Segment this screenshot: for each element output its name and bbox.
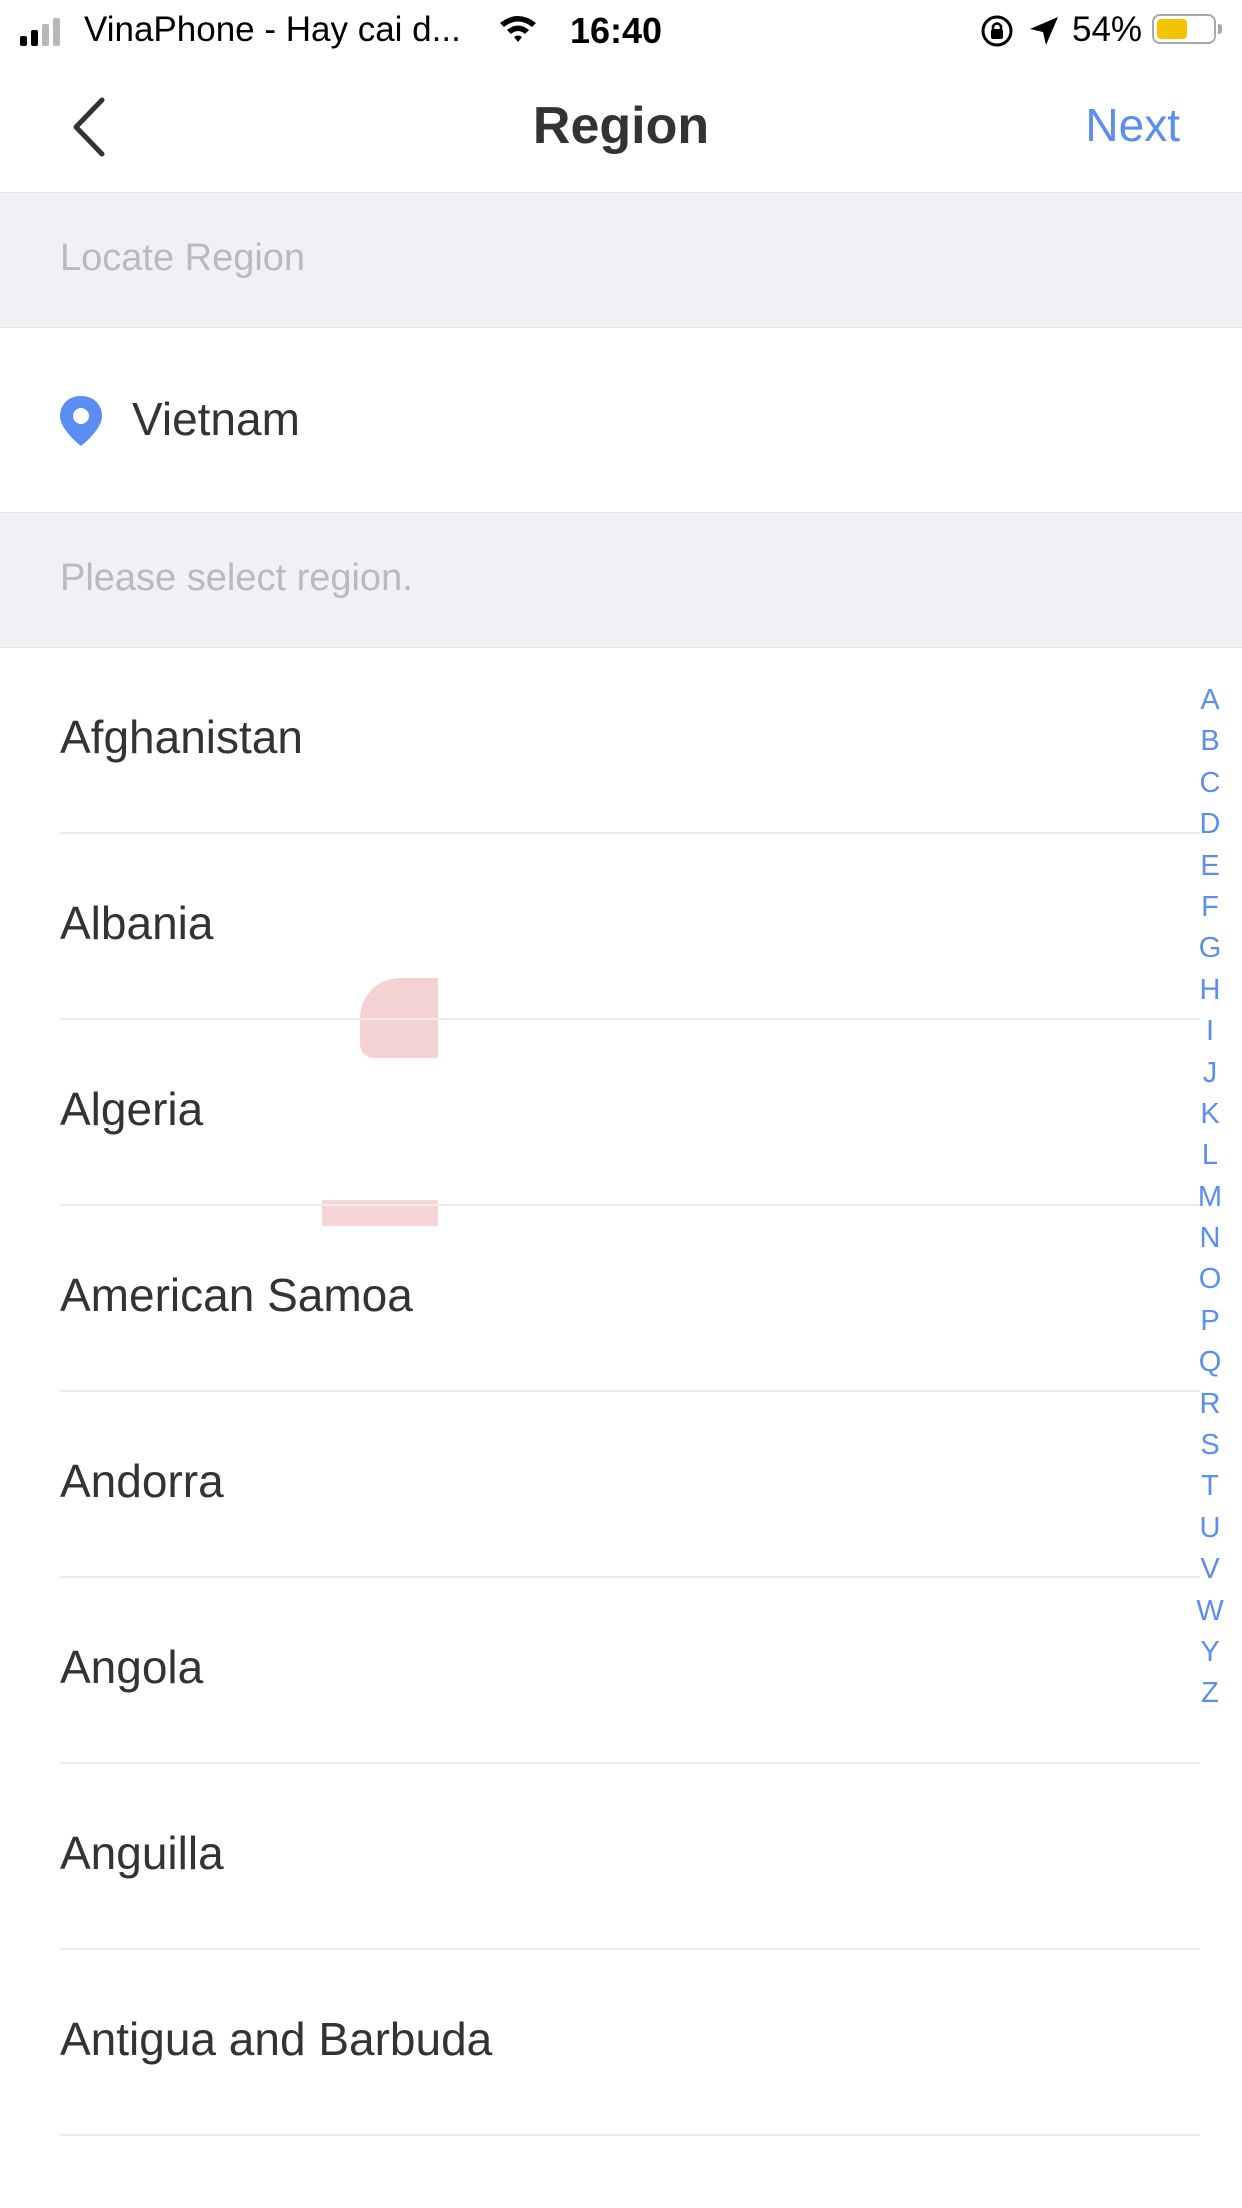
list-item[interactable]: Angola — [0, 1578, 1200, 1764]
index-letter[interactable]: V — [1178, 1549, 1242, 1590]
region-name: Albania — [60, 897, 214, 949]
region-name: Antigua and Barbuda — [60, 2013, 493, 2065]
next-button[interactable]: Next — [1085, 98, 1180, 152]
index-letter[interactable]: R — [1178, 1384, 1242, 1425]
region-name: American Samoa — [60, 1269, 413, 1321]
locate-region-header: Locate Region — [0, 192, 1242, 328]
index-letter[interactable]: Z — [1178, 1673, 1242, 1714]
index-letter[interactable]: T — [1178, 1466, 1242, 1507]
select-region-label: Please select region. — [60, 557, 413, 599]
index-letter[interactable]: I — [1178, 1011, 1242, 1052]
list-item[interactable]: American Samoa — [0, 1206, 1200, 1392]
region-name: Andorra — [60, 1455, 224, 1507]
location-services-icon — [1028, 14, 1060, 56]
index-letter[interactable]: K — [1178, 1094, 1242, 1135]
index-letter[interactable]: W — [1178, 1591, 1242, 1632]
current-region-label: Vietnam — [132, 393, 300, 445]
index-letter[interactable]: B — [1178, 721, 1242, 762]
index-letter[interactable]: O — [1178, 1259, 1242, 1300]
index-letter[interactable]: H — [1178, 970, 1242, 1011]
index-letter[interactable]: U — [1178, 1508, 1242, 1549]
index-letter[interactable]: D — [1178, 804, 1242, 845]
locate-region-label: Locate Region — [60, 237, 306, 279]
region-name: Algeria — [60, 1083, 204, 1135]
index-letter[interactable]: C — [1178, 763, 1242, 804]
list-item[interactable]: Afghanistan — [0, 648, 1200, 834]
list-item[interactable]: Andorra — [0, 1392, 1200, 1578]
index-letter[interactable]: J — [1178, 1053, 1242, 1094]
index-letter[interactable]: P — [1178, 1301, 1242, 1342]
alphabet-index[interactable]: A B C D E F G H I J K L M N O P Q R S T … — [1178, 680, 1242, 1715]
index-letter[interactable]: G — [1178, 928, 1242, 969]
navigation-bar: Region Next — [0, 62, 1242, 192]
index-letter[interactable]: E — [1178, 846, 1242, 887]
region-name: Angola — [60, 1641, 204, 1693]
page-title: Region — [532, 97, 710, 155]
list-item[interactable]: Algeria — [0, 1020, 1200, 1206]
clock-time: 16:40 — [570, 10, 663, 51]
index-letter[interactable]: Y — [1178, 1632, 1242, 1673]
index-letter[interactable]: S — [1178, 1425, 1242, 1466]
cellular-signal-icon — [20, 18, 60, 46]
wifi-icon — [498, 12, 538, 54]
battery-percentage: 54% — [1072, 10, 1143, 49]
index-letter[interactable]: M — [1178, 1177, 1242, 1218]
list-item[interactable]: Anguilla — [0, 1764, 1200, 1950]
region-list: Afghanistan Albania Algeria American Sam… — [0, 648, 1200, 2136]
region-name: Afghanistan — [60, 711, 303, 763]
select-region-header: Please select region. — [0, 512, 1242, 648]
carrier-name: VinaPhone - Hay cai d... — [84, 10, 461, 49]
index-letter[interactable]: L — [1178, 1135, 1242, 1176]
list-item[interactable]: Albania — [0, 834, 1200, 1020]
index-letter[interactable]: Q — [1178, 1342, 1242, 1383]
index-letter[interactable]: N — [1178, 1218, 1242, 1259]
status-bar: VinaPhone - Hay cai d... 16:40 54% — [0, 0, 1242, 62]
region-name: Anguilla — [60, 1827, 224, 1879]
index-letter[interactable]: F — [1178, 887, 1242, 928]
list-item[interactable]: Antigua and Barbuda — [0, 1950, 1200, 2136]
location-pin-icon — [58, 394, 104, 453]
divider — [60, 2134, 1200, 2136]
index-letter[interactable]: A — [1178, 680, 1242, 721]
current-region-item[interactable]: Vietnam — [0, 328, 1242, 512]
battery-icon — [1152, 14, 1222, 44]
orientation-lock-icon — [980, 14, 1014, 57]
